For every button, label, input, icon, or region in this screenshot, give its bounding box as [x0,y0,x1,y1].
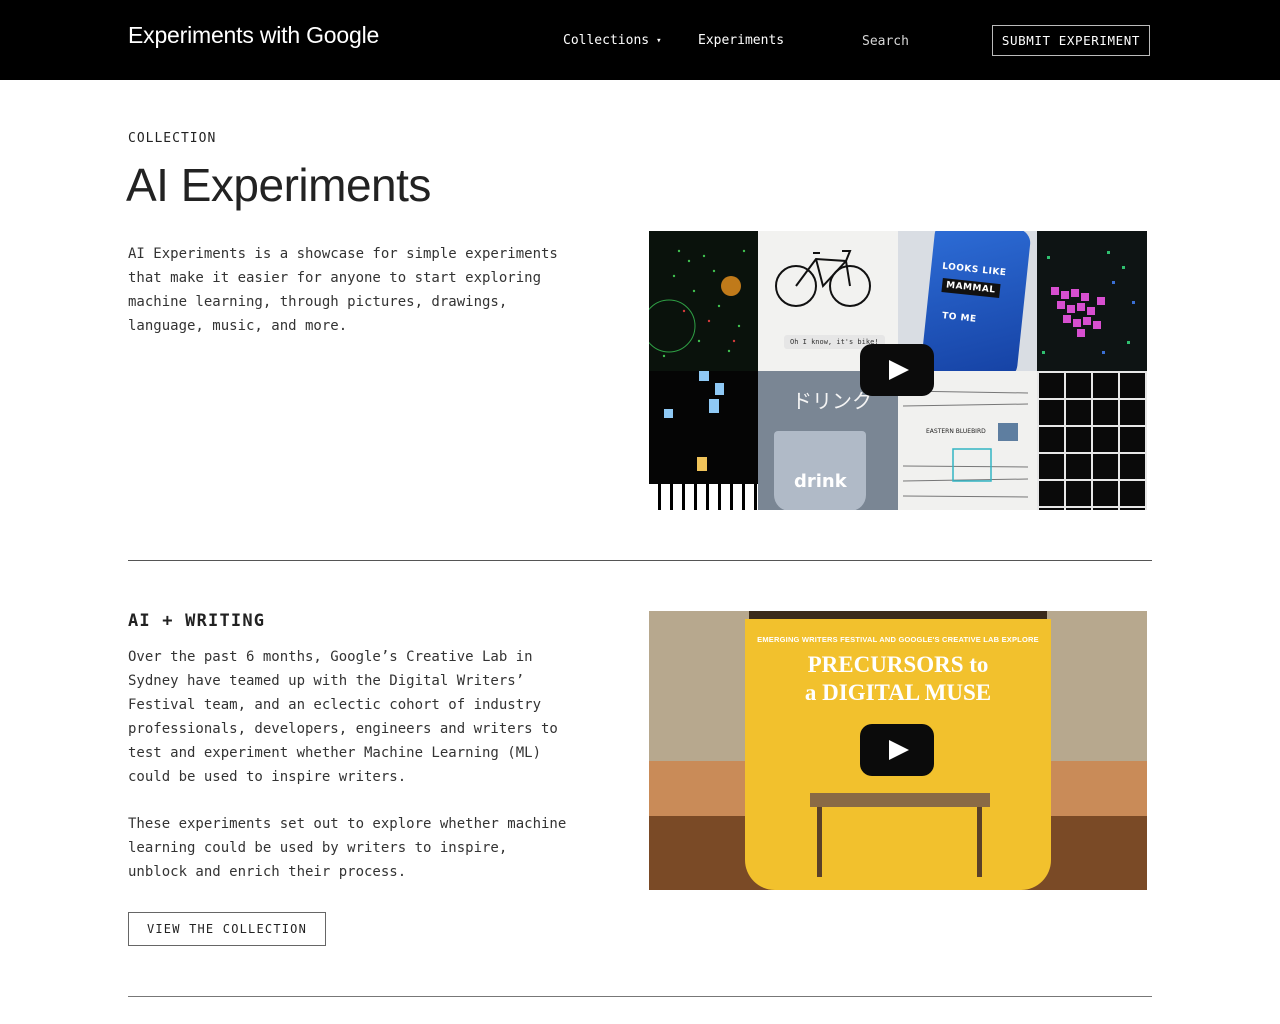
phone-image [920,231,1032,371]
view-collection-button[interactable]: VIEW THE COLLECTION [128,912,326,946]
nav-experiments-link[interactable]: Experiments [698,33,784,48]
thumbnail-tile [649,371,758,510]
japanese-translation: ドリンク [792,389,872,413]
collection-description: AI Experiments is a showcase for simple … [128,246,558,334]
section-heading: AI + WRITING [128,611,266,631]
desk-leg-image [977,807,982,877]
search-input[interactable] [862,27,962,55]
grid-lines-image [1037,371,1147,510]
chevron-down-icon: ▾ [656,36,662,46]
ai-experiments-video[interactable]: Oh I know, it's bike! LOOKS LIKE MAMMAL … [649,231,1147,510]
submit-experiment-button[interactable]: SUBMIT EXPERIMENT [992,25,1150,56]
page-title: AI Experiments [126,159,431,211]
desk-image [810,793,990,807]
section-divider [128,560,1152,561]
video-title-line: PRECURSORS to [807,652,989,677]
bird-label: EASTERN BLUEBIRD [926,428,986,435]
site-logo[interactable]: Experiments with Google [128,22,379,49]
piano-keys-image [649,484,758,510]
play-button-icon[interactable] [860,724,934,776]
thumbnail-tile [1037,231,1147,371]
section-divider [128,996,1152,997]
video-subtitle: EMERGING WRITERS FESTIVAL AND GOOGLE'S C… [757,635,1039,644]
section-paragraph: These experiments set out to explore whe… [128,816,567,880]
video-title: PRECURSORS to a DIGITAL MUSE [649,651,1147,707]
section-paragraph: Over the past 6 months, Google’s Creativ… [128,649,558,785]
desk-leg-image [817,807,822,877]
thumbnail-tile [1037,371,1147,510]
top-navigation-bar: Experiments with Google Collections ▾ Exp… [0,0,1280,80]
collection-eyebrow: COLLECTION [128,131,217,146]
thumbnail-tile [649,231,758,371]
nav-collections-dropdown[interactable]: Collections ▾ [563,33,662,48]
drink-label: drink [794,471,847,492]
play-button-icon[interactable] [860,344,934,396]
cluster-visualization-image [1042,251,1135,354]
video-title-line: a DIGITAL MUSE [804,680,992,705]
particle-map-image [649,249,746,358]
nav-collections-label: Collections [563,33,650,48]
ai-writing-video[interactable]: EMERGING WRITERS FESTIVAL AND GOOGLE'S C… [649,611,1147,890]
